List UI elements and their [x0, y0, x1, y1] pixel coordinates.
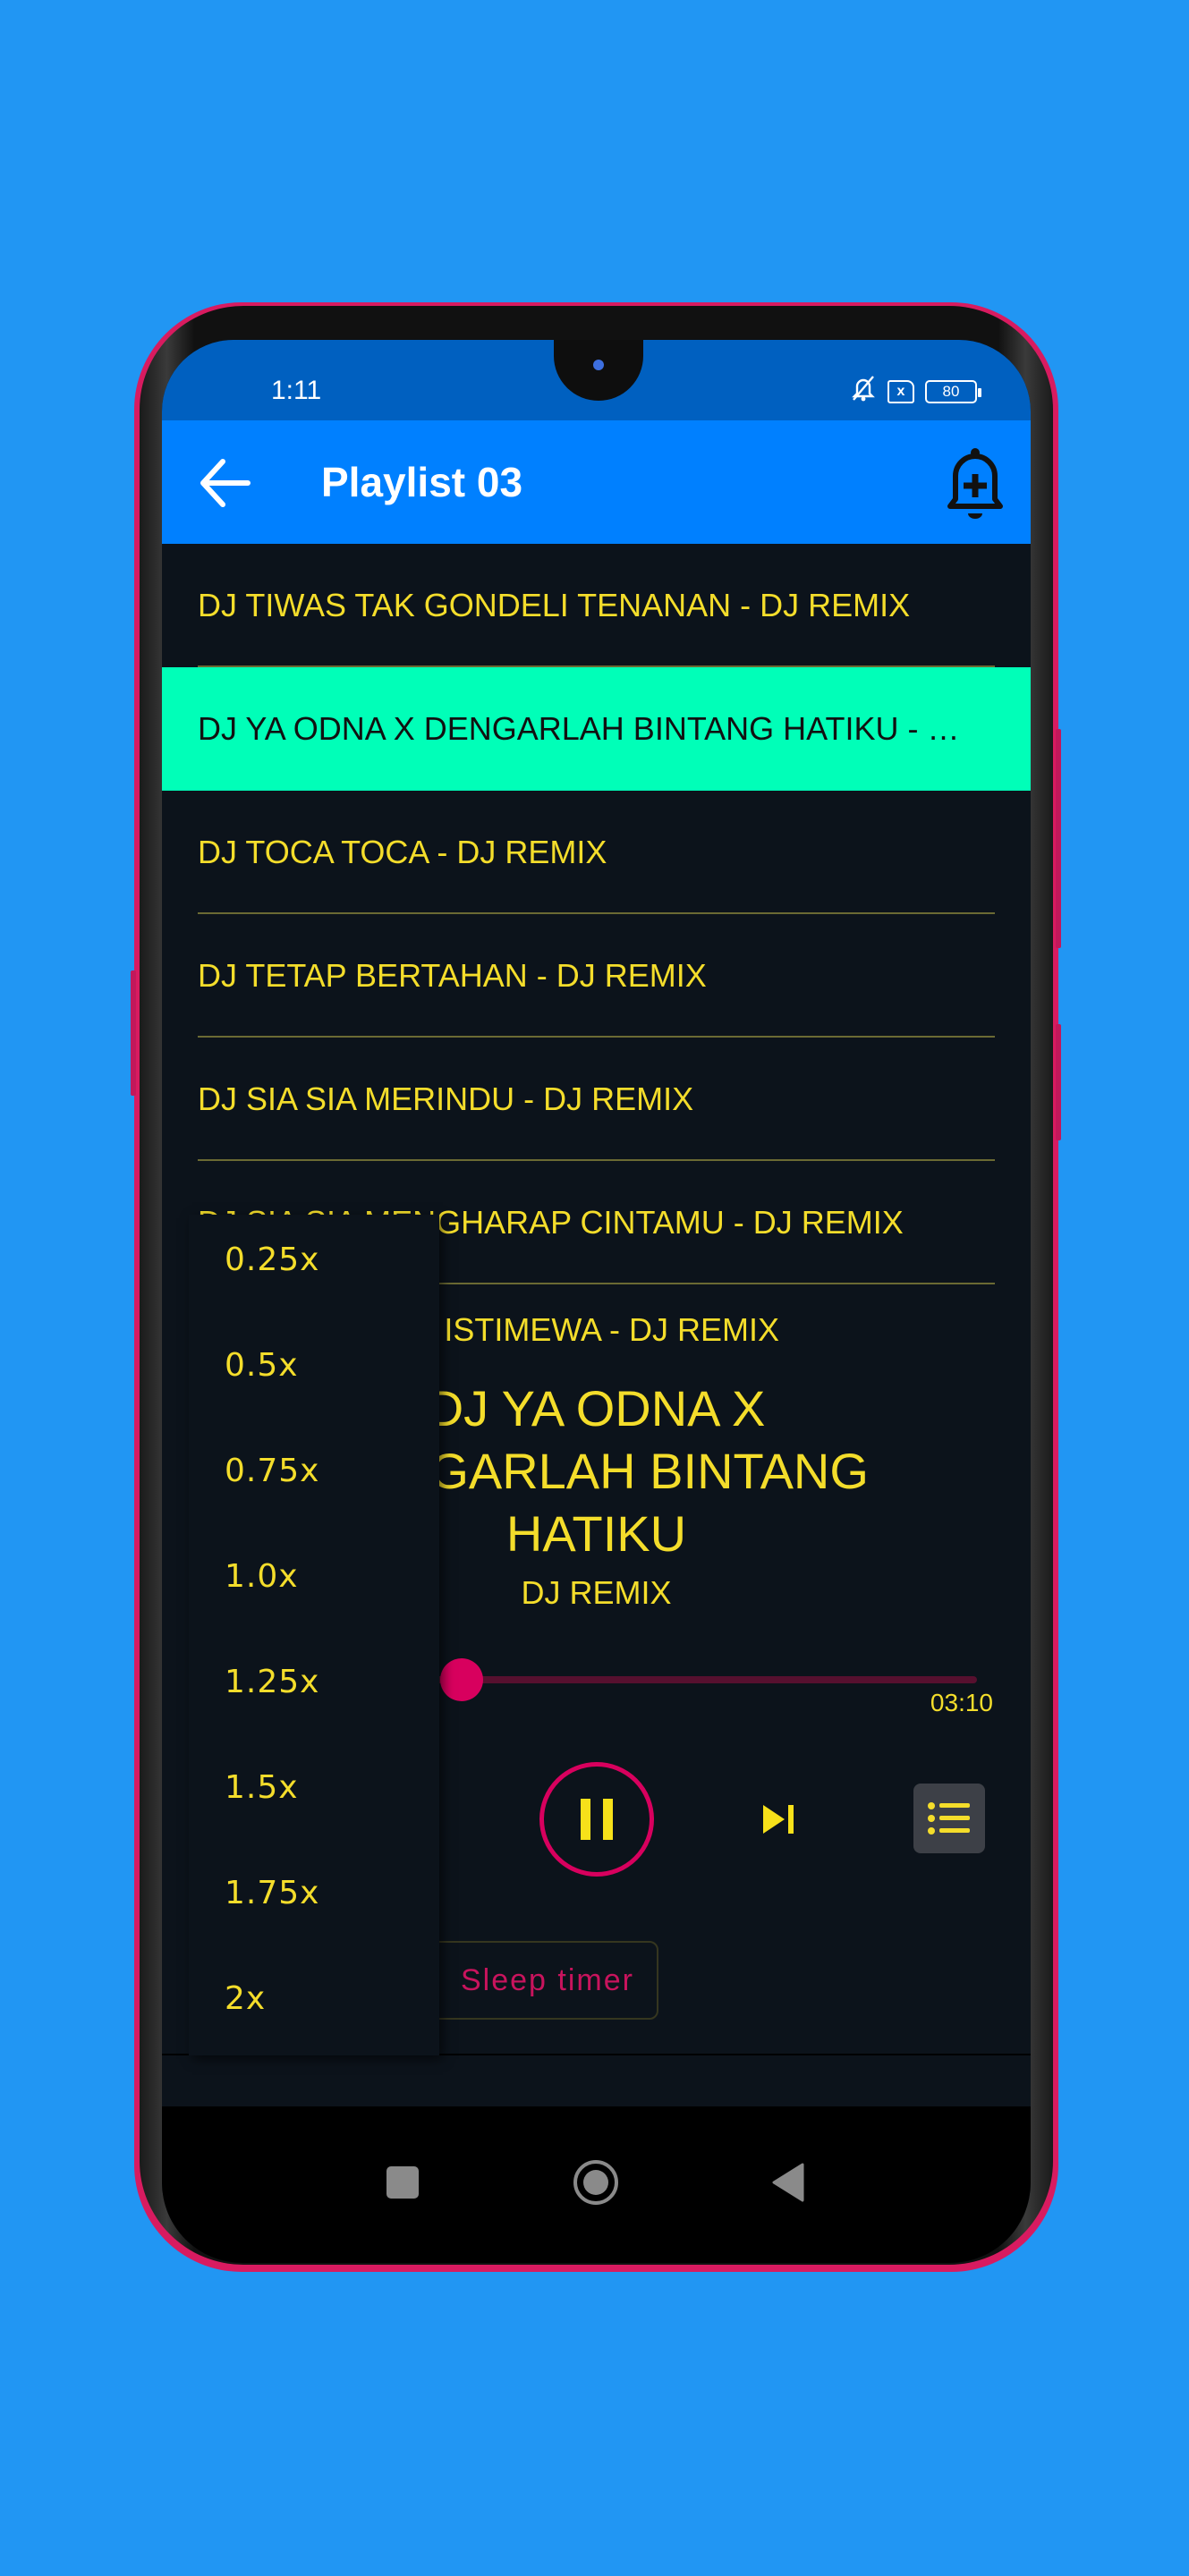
speed-option[interactable]: 2x [189, 1980, 439, 2086]
list-icon [928, 1802, 970, 1835]
playlist-item[interactable]: DJ TETAP BERTAHAN - DJ REMIX [162, 914, 1031, 1038]
seek-thumb[interactable] [439, 1658, 483, 1701]
skip-next-icon [763, 1805, 794, 1834]
page-title: Playlist 03 [321, 459, 523, 505]
speed-option[interactable]: 0.25x [189, 1241, 439, 1347]
pause-icon [581, 1799, 613, 1840]
playlist-item[interactable]: DJ TIWAS TAK GONDELI TENANAN - DJ REMIX [162, 544, 1031, 667]
speed-option[interactable]: 1.5x [189, 1769, 439, 1875]
home-icon [573, 2160, 618, 2205]
next-button[interactable] [752, 1792, 806, 1846]
app-bar: Playlist 03 [162, 420, 1031, 544]
speed-option[interactable]: 0.75x [189, 1453, 439, 1558]
back-triangle-icon [772, 2163, 804, 2202]
home-button[interactable] [565, 2151, 627, 2214]
system-nav-bar [162, 2106, 1031, 2263]
camera-icon [593, 360, 604, 370]
recents-icon [386, 2166, 419, 2199]
speed-option[interactable]: 0.5x [189, 1347, 439, 1453]
song-title: DJ TIWAS TAK GONDELI TENANAN - DJ REMIX [198, 587, 911, 623]
sleep-timer-label: Sleep timer [461, 1962, 634, 1997]
phone-side-button [1056, 1024, 1061, 1140]
sim-error-icon: x [888, 379, 914, 403]
battery-icon: 80 [925, 379, 981, 403]
phone-side-button [1056, 729, 1061, 948]
status-time: 1:11 [271, 376, 322, 405]
system-back-button[interactable] [757, 2151, 820, 2214]
phone-side-button [131, 970, 136, 1096]
arrow-left-icon [200, 459, 251, 507]
playlist-item[interactable]: DJ TOCA TOCA - DJ REMIX [162, 791, 1031, 914]
playlist-item[interactable]: DJ SIA SIA MERINDU - DJ REMIX [162, 1038, 1031, 1161]
song-title: DJ TETAP BERTAHAN - DJ REMIX [198, 957, 707, 994]
add-notification-button[interactable] [943, 445, 1007, 521]
status-icons: x 80 [850, 374, 981, 409]
total-time: 03:10 [930, 1689, 993, 1716]
playlist-item-active[interactable]: DJ YA ODNA X DENGARLAH BINTANG HATIKU - … [162, 667, 1031, 791]
bell-off-icon [850, 374, 877, 409]
song-title: DJ TOCA TOCA - DJ REMIX [198, 834, 607, 870]
play-pause-button[interactable] [539, 1762, 654, 1877]
recents-button[interactable] [371, 2151, 434, 2214]
phone-screen: 1:11 x 80 Playlist 03 DJ TIWAS TAK GONDE… [162, 340, 1031, 2263]
back-button[interactable] [196, 454, 253, 512]
playback-speed-menu: 0.25x 0.5x 0.75x 1.0x 1.25x 1.5x 1.75x 2… [189, 1215, 439, 2055]
speed-option[interactable]: 1.25x [189, 1664, 439, 1769]
song-title: DJ YA ODNA X DENGARLAH BINTANG HATIKU - … [198, 710, 967, 747]
song-title: DJ SIA SIA MERINDU - DJ REMIX [198, 1080, 694, 1117]
playlist-button[interactable] [913, 1784, 985, 1853]
speed-option[interactable]: 1.75x [189, 1875, 439, 1980]
speed-option[interactable]: 1.0x [189, 1558, 439, 1664]
bell-plus-icon [947, 448, 1003, 519]
